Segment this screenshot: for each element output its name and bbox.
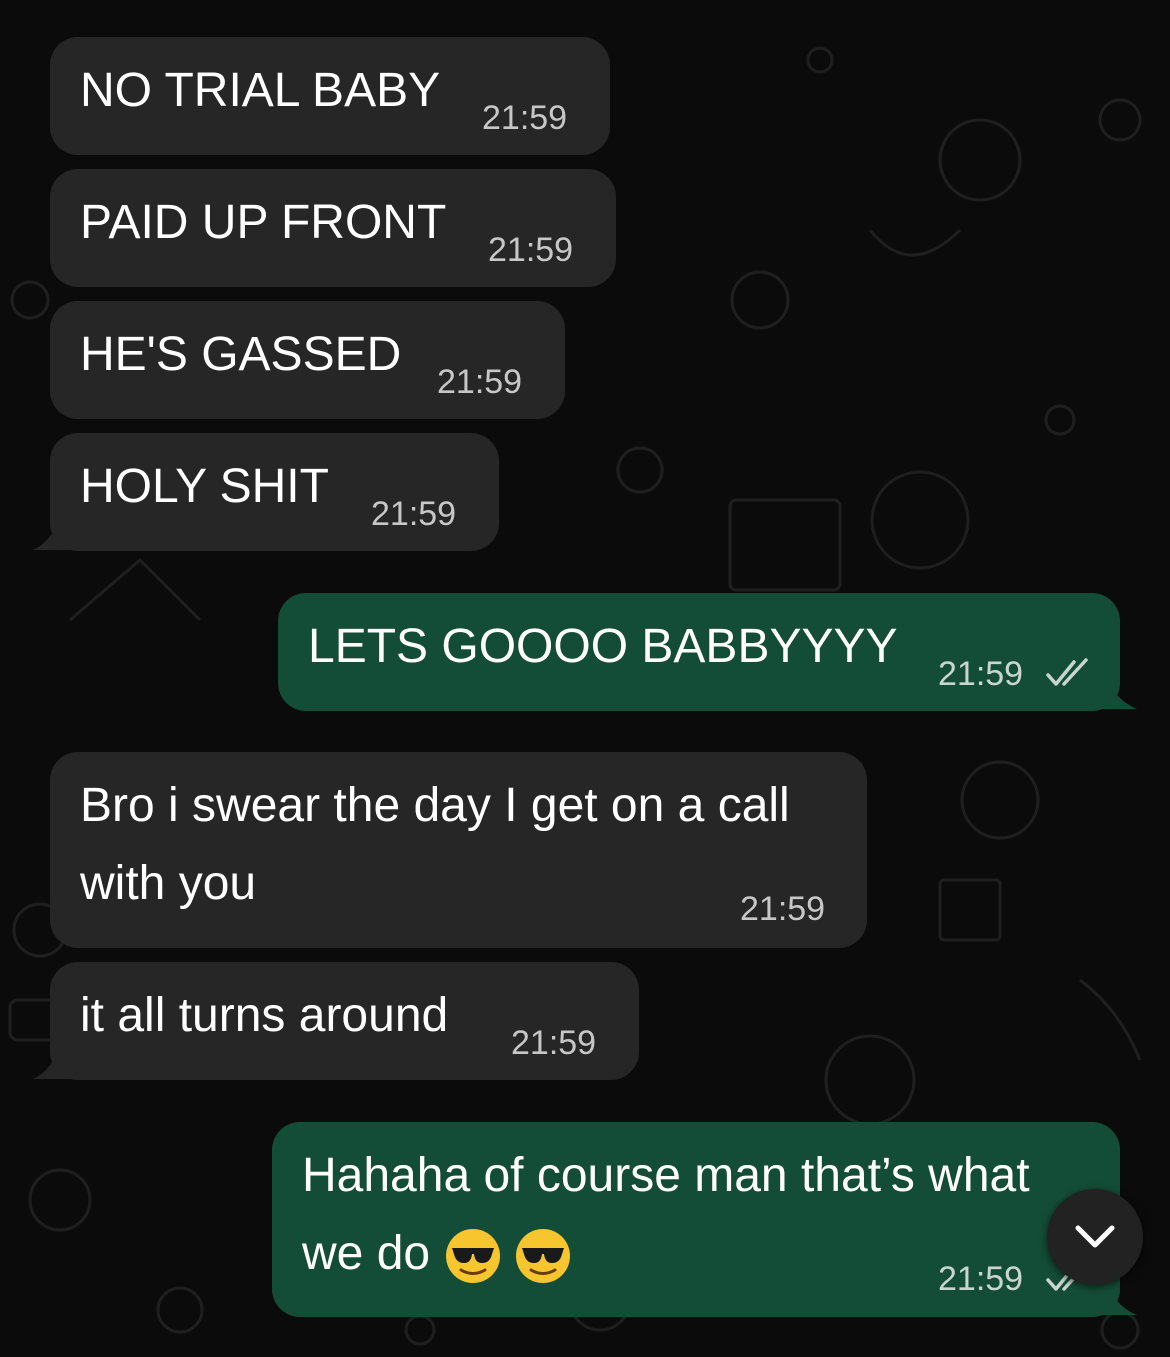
message-text: LETS GOOOO BABBYYYY: [308, 620, 898, 673]
message-timestamp: 21:59: [437, 363, 523, 401]
message-text: it all turns around: [80, 989, 449, 1042]
message-bubble-incoming[interactable]: HOLY SHIT 21:59: [50, 433, 499, 551]
message-text-line: Hahaha of course man that’s what: [302, 1149, 1030, 1202]
message-text-line: Bro i swear the day I get on a call: [80, 779, 790, 832]
message-bubble-outgoing[interactable]: LETS GOOOO BABBYYYY 21:59: [278, 593, 1120, 711]
message-text: NO TRIAL BABY: [80, 64, 441, 117]
scroll-to-bottom-button[interactable]: [1047, 1189, 1143, 1285]
message-bubble-incoming[interactable]: PAID UP FRONT 21:59: [50, 169, 616, 287]
message-bubble-outgoing[interactable]: Hahaha of course man that’s what we do 2…: [272, 1122, 1120, 1317]
message-text-line: with you: [80, 857, 257, 910]
double-check-icon: [1046, 658, 1088, 686]
message-timestamp: 21:59: [482, 99, 568, 137]
message-text: HOLY SHIT: [80, 460, 329, 513]
message-bubble-incoming[interactable]: NO TRIAL BABY 21:59: [50, 37, 610, 155]
message-text: we do: [302, 1227, 431, 1280]
message-bubble-incoming[interactable]: HE'S GASSED 21:59: [50, 301, 565, 419]
message-timestamp: 21:59: [938, 1260, 1024, 1298]
message-text: HE'S GASSED: [80, 328, 402, 381]
message-bubble-incoming[interactable]: Bro i swear the day I get on a call with…: [50, 752, 867, 948]
message-timestamp: 21:59: [938, 655, 1024, 693]
message-text-line: we do: [302, 1215, 572, 1293]
message-timestamp: 21:59: [740, 890, 826, 928]
message-text: PAID UP FRONT: [80, 196, 447, 249]
message-timestamp: 21:59: [371, 495, 457, 533]
chevron-down-icon: [1075, 1225, 1115, 1248]
message-timestamp: 21:59: [488, 231, 574, 269]
sunglasses-emoji-icon: [446, 1229, 501, 1284]
message-timestamp: 21:59: [511, 1024, 597, 1062]
sunglasses-emoji-icon: [516, 1229, 571, 1284]
message-bubble-incoming[interactable]: it all turns around 21:59: [50, 962, 639, 1080]
